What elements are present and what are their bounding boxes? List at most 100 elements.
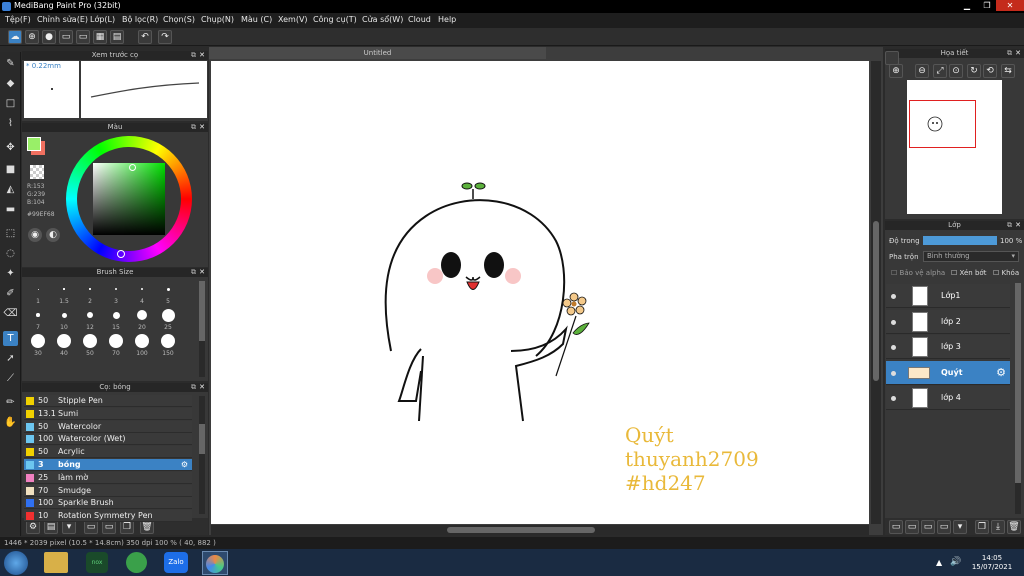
close-icon[interactable]: ✕ xyxy=(199,123,205,132)
new-file-icon[interactable]: ⊕ xyxy=(25,30,39,44)
brush-size-cell[interactable] xyxy=(31,334,45,348)
popout-icon[interactable]: ⧉ xyxy=(191,123,196,132)
close-button[interactable]: ✕ xyxy=(996,0,1024,11)
reset-rotate-icon[interactable]: ⟲ xyxy=(983,64,997,78)
select-pen-icon[interactable]: ✐ xyxy=(3,286,18,301)
menu-filter[interactable]: Bộ lọc(R) xyxy=(122,15,158,24)
gradient-tool-icon[interactable]: ▬ xyxy=(3,202,18,217)
select-eraser-icon[interactable]: ⌫ xyxy=(3,306,18,321)
text-tool-icon[interactable]: T xyxy=(3,331,18,346)
brush-list-item[interactable]: 3 bóng ⚙ xyxy=(24,459,192,471)
merge-layer-icon[interactable]: ⤓ xyxy=(991,520,1005,534)
foreground-color-swatch[interactable] xyxy=(27,137,41,151)
brush-size-cell[interactable] xyxy=(61,312,67,318)
blend-mode-select[interactable]: Bình thường ▾ xyxy=(923,251,1019,262)
visibility-icon[interactable] xyxy=(891,294,896,299)
nox-icon[interactable]: nox xyxy=(86,552,108,573)
brush-list-item[interactable]: 50 Watercolor xyxy=(24,420,192,433)
save-icon[interactable]: ▭ xyxy=(59,30,73,44)
new-folder-icon[interactable]: ▭ xyxy=(937,520,951,534)
close-icon[interactable]: ✕ xyxy=(199,51,205,60)
menu-window[interactable]: Cửa sổ(W) xyxy=(362,15,403,24)
brush-size-cell[interactable] xyxy=(89,288,91,290)
layout-icon[interactable]: ▤ xyxy=(110,30,124,44)
tray-up-icon[interactable]: ▲ xyxy=(936,558,942,567)
close-icon[interactable]: ✕ xyxy=(1015,49,1021,58)
palette-icon[interactable]: ◉ xyxy=(28,228,42,242)
new-8bit-layer-icon[interactable]: ▭ xyxy=(921,520,935,534)
brush-list-item[interactable]: 100 Sparkle Brush xyxy=(24,497,192,510)
menu-tools[interactable]: Công cụ(T) xyxy=(313,15,357,24)
popout-icon[interactable]: ⧉ xyxy=(191,383,196,392)
brush-size-cell[interactable] xyxy=(36,313,40,317)
brush-list-item[interactable]: 70 Smudge xyxy=(24,484,192,497)
layer-item[interactable]: lớp 3 xyxy=(886,335,1010,359)
layer-item[interactable]: lớp 4 xyxy=(886,386,1010,410)
cloud-icon[interactable]: ☁ xyxy=(8,30,22,44)
brush-size-cell[interactable] xyxy=(161,308,175,322)
fill-rect-icon[interactable]: ■ xyxy=(3,162,18,177)
file-explorer-icon[interactable] xyxy=(44,552,68,573)
layer-item[interactable]: lớp 2 xyxy=(886,309,1010,334)
hand-tool-icon[interactable]: ✋ xyxy=(3,415,18,430)
brush-size-scrollbar[interactable] xyxy=(199,281,205,377)
color-picker-cursor[interactable] xyxy=(129,164,136,171)
zoom-out-icon[interactable] xyxy=(885,51,899,65)
popout-icon[interactable]: ⧉ xyxy=(191,268,196,277)
lock-checkbox[interactable]: ☐ Khóa xyxy=(993,269,1019,277)
clipping-checkbox[interactable]: ☐ Xén bớt xyxy=(951,269,986,277)
brush-list-item[interactable]: 10 Rotation Symmetry Pen xyxy=(24,510,192,523)
brush-list-item[interactable]: 25 làm mờ xyxy=(24,471,192,484)
new-layer-icon[interactable]: ▭ xyxy=(889,520,903,534)
brush-size-cell[interactable] xyxy=(37,288,39,290)
volume-icon[interactable]: 🔊 xyxy=(950,557,961,567)
transparent-swatch[interactable] xyxy=(30,165,44,179)
popout-icon[interactable]: ⧉ xyxy=(191,51,196,60)
navigator-thumbnail[interactable] xyxy=(907,80,1002,214)
eyedropper-icon[interactable]: ⟋ xyxy=(3,371,18,386)
menu-capture[interactable]: Chụp(N) xyxy=(201,15,234,24)
menu-view[interactable]: Xem(V) xyxy=(278,15,308,24)
visibility-icon[interactable] xyxy=(891,396,896,401)
redo-icon[interactable]: ↷ xyxy=(158,30,172,44)
menu-select[interactable]: Chọn(S) xyxy=(163,15,195,24)
popout-icon[interactable]: ⧉ xyxy=(1007,221,1012,230)
app-icon-green[interactable] xyxy=(126,552,147,573)
gear-icon[interactable]: ⚙ xyxy=(181,459,188,471)
bucket-tool-icon[interactable]: ◭ xyxy=(3,182,18,197)
medibang-taskbar-button[interactable] xyxy=(202,551,228,575)
brush-size-cell[interactable] xyxy=(115,288,117,290)
clock[interactable]: 14:05 15/07/2021 xyxy=(966,554,1018,572)
zalo-icon[interactable]: Zalo xyxy=(164,552,188,573)
menu-file[interactable]: Tệp(F) xyxy=(5,15,31,24)
eraser-tool-icon[interactable]: ◆ xyxy=(3,76,18,91)
rotate-icon[interactable]: ↻ xyxy=(967,64,981,78)
tablet-icon[interactable]: ▭ xyxy=(76,30,90,44)
protect-alpha-checkbox[interactable]: ☐ Bảo vệ alpha xyxy=(891,269,945,277)
drawing-canvas[interactable]: Quýt thuyanh2709 #hd247 xyxy=(211,61,869,524)
brush-size-cell[interactable] xyxy=(135,334,149,348)
menu-help[interactable]: Help xyxy=(438,15,456,24)
brush-list-item[interactable]: 50 Acrylic xyxy=(24,446,192,459)
brush-size-cell[interactable] xyxy=(112,311,120,319)
actual-size-icon[interactable]: ⊙ xyxy=(949,64,963,78)
brush-size-cell[interactable] xyxy=(161,334,175,348)
blur-tool-icon[interactable]: ⌇ xyxy=(3,116,18,131)
brush-tool-icon[interactable]: ✎ xyxy=(3,56,18,71)
zoom-in-icon[interactable]: ⊕ xyxy=(889,64,903,78)
brush-size-cell[interactable] xyxy=(109,334,123,348)
brush-size-cell[interactable] xyxy=(57,334,71,348)
visibility-icon[interactable] xyxy=(891,345,896,350)
zoom-out-icon[interactable]: ⊖ xyxy=(915,64,929,78)
layer-menu-icon[interactable]: ▾ xyxy=(953,520,967,534)
brush-size-cell[interactable] xyxy=(87,312,93,318)
document-tab[interactable]: Untitled xyxy=(209,47,546,59)
new-halftone-layer-icon[interactable]: ▭ xyxy=(905,520,919,534)
menu-layer[interactable]: Lớp(L) xyxy=(90,15,115,24)
color-swap-icon[interactable]: ◐ xyxy=(46,228,60,242)
hue-wheel[interactable] xyxy=(66,136,192,262)
grid-icon[interactable]: ▦ xyxy=(93,30,107,44)
vertical-scrollbar[interactable] xyxy=(871,61,881,524)
opacity-slider[interactable] xyxy=(923,236,997,245)
dot-tool-icon[interactable]: □ xyxy=(3,96,18,111)
